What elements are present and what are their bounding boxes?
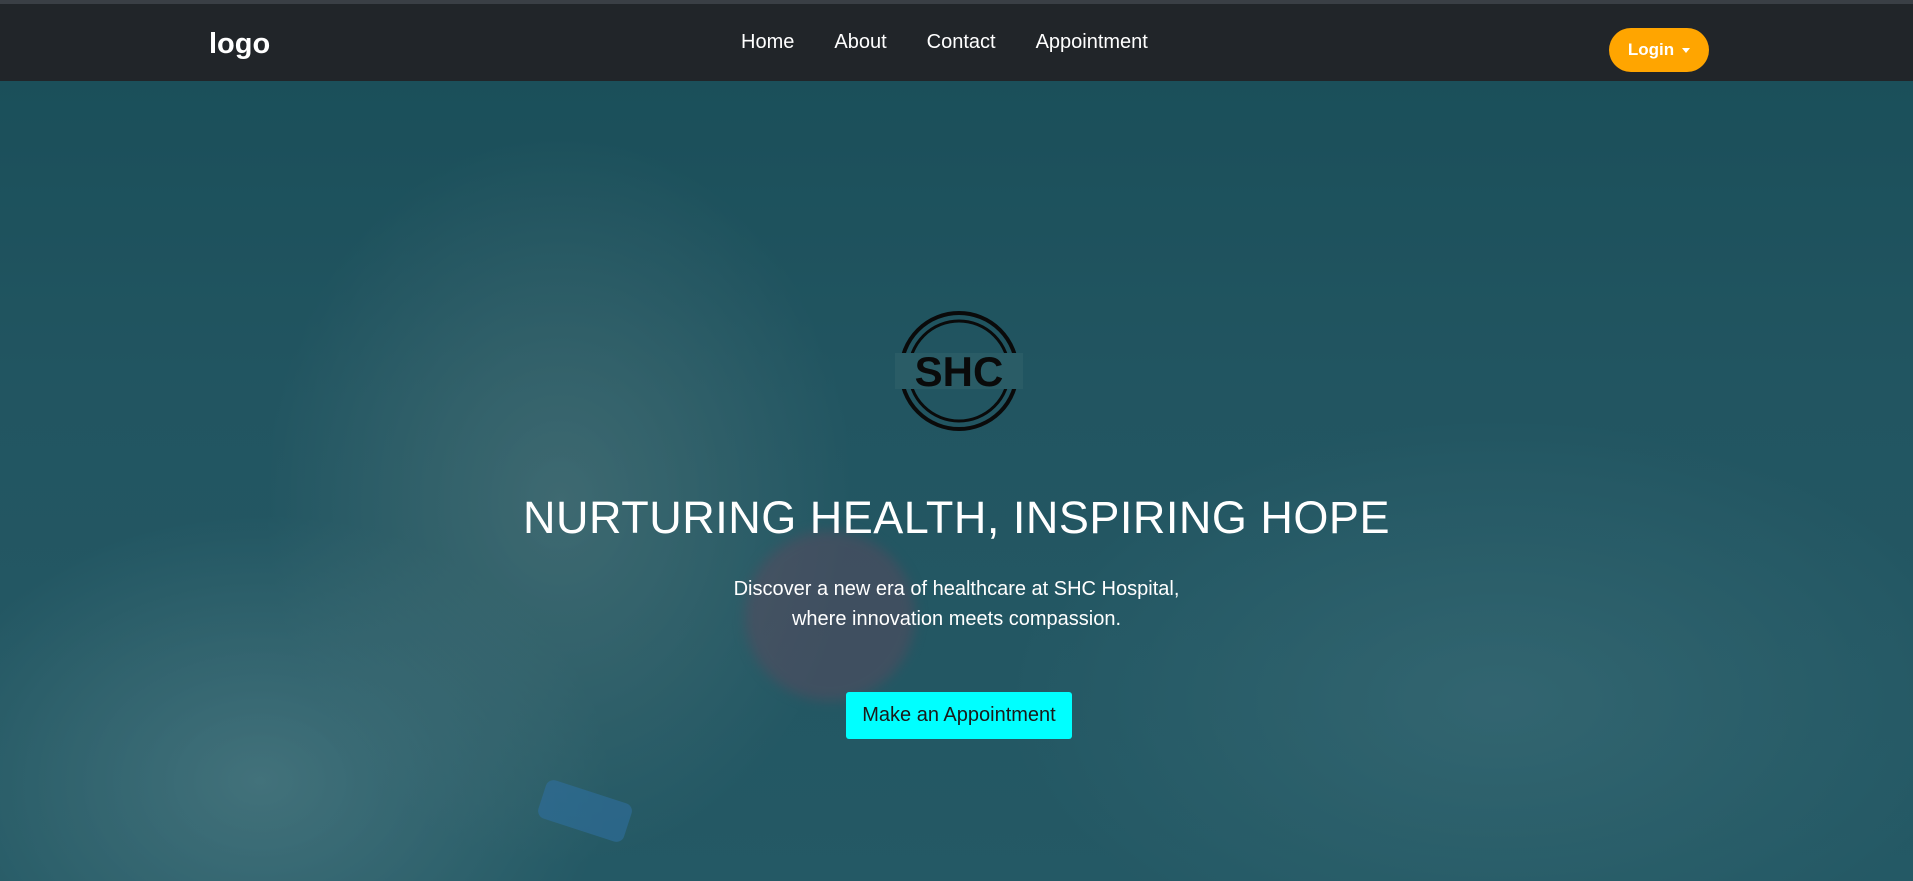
hero-content: SHC NURTURING HEALTH, INSPIRING HOPE Dis… bbox=[0, 81, 1913, 881]
shc-emblem-icon: SHC bbox=[895, 311, 1023, 431]
nav-link-appointment[interactable]: Appointment bbox=[1036, 31, 1148, 54]
login-dropdown-button[interactable]: Login bbox=[1609, 28, 1709, 72]
nav-link-about[interactable]: About bbox=[834, 31, 886, 54]
hero-section: SHC NURTURING HEALTH, INSPIRING HOPE Dis… bbox=[0, 81, 1913, 881]
hero-subtitle-line1: Discover a new era of healthcare at SHC … bbox=[733, 578, 1180, 600]
nav-link-contact[interactable]: Contact bbox=[927, 31, 996, 54]
hero-subtitle-line2: where innovation meets compassion. bbox=[791, 608, 1122, 630]
brand-logo[interactable]: logo bbox=[209, 28, 270, 61]
login-label: Login bbox=[1627, 40, 1675, 59]
hero-title: NURTURING HEALTH, INSPIRING HOPE bbox=[523, 492, 1390, 543]
chevron-down-icon bbox=[1682, 47, 1691, 53]
make-appointment-button[interactable]: Make an Appointment bbox=[846, 692, 1072, 739]
nav-link-home[interactable]: Home bbox=[741, 31, 794, 54]
navbar: logo Home About Contact Appointment Logi… bbox=[0, 0, 1913, 81]
nav-links: Home About Contact Appointment bbox=[741, 31, 1188, 54]
emblem-text: SHC bbox=[915, 348, 1004, 395]
